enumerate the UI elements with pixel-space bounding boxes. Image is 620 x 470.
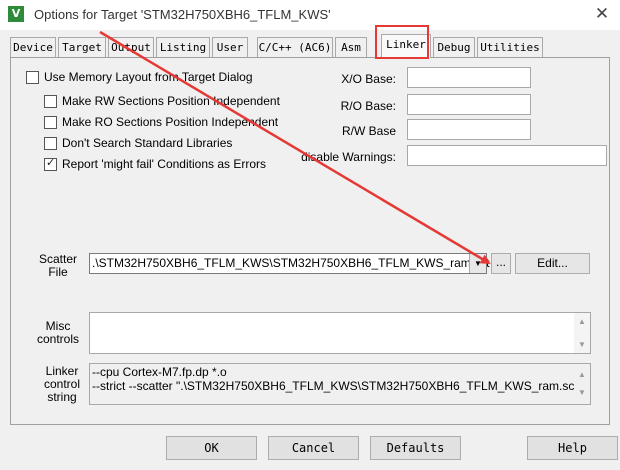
xo-base-input[interactable] bbox=[407, 67, 531, 88]
checkbox-box[interactable] bbox=[44, 95, 57, 108]
make-ro-label: Make RO Sections Position Independent bbox=[62, 115, 279, 129]
misc-controls-input[interactable]: ▲ ▼ bbox=[89, 312, 591, 354]
checkbox-box[interactable] bbox=[26, 71, 39, 84]
linker-control-string-label: Linker control string bbox=[30, 365, 94, 404]
checkbox-box[interactable] bbox=[44, 137, 57, 150]
scroll-up-icon[interactable]: ▲ bbox=[578, 368, 586, 382]
title-bar: V Options for Target 'STM32H750XBH6_TFLM… bbox=[0, 0, 620, 30]
edit-button[interactable]: Edit... bbox=[515, 253, 590, 274]
scatter-file-value: .\STM32H750XBH6_TFLM_KWS\STM32H750XBH6_T… bbox=[92, 256, 490, 270]
tab-strip: Device Target Output Listing User C/C++ … bbox=[10, 34, 610, 58]
rw-base-label: R/W Base bbox=[341, 124, 396, 138]
linker-string-line2: --strict --scatter ".\STM32H750XBH6_TFLM… bbox=[92, 379, 582, 393]
tab-target[interactable]: Target bbox=[58, 37, 106, 57]
linker-control-string[interactable]: --cpu Cortex-M7.fp.dp *.o --strict --sca… bbox=[89, 363, 591, 405]
tab-device[interactable]: Device bbox=[10, 37, 56, 57]
report-errors-label: Report 'might fail' Conditions as Errors bbox=[62, 157, 266, 171]
scroll-up-icon[interactable]: ▲ bbox=[578, 317, 586, 326]
tab-listing[interactable]: Listing bbox=[156, 37, 210, 57]
dropdown-arrow-icon[interactable]: ▼ bbox=[469, 254, 486, 273]
disable-warnings-label: disable Warnings: bbox=[301, 150, 396, 164]
disable-warnings-input[interactable] bbox=[407, 145, 607, 166]
misc-scrollbar[interactable]: ▲ ▼ bbox=[574, 313, 590, 353]
scatter-file-label: Scatter File bbox=[30, 253, 86, 279]
make-rw-label: Make RW Sections Position Independent bbox=[62, 94, 280, 108]
tab-cpp[interactable]: C/C++ (AC6) bbox=[257, 37, 333, 57]
tab-utilities[interactable]: Utilities bbox=[477, 37, 543, 57]
scatter-file-combo[interactable]: .\STM32H750XBH6_TFLM_KWS\STM32H750XBH6_T… bbox=[89, 253, 490, 274]
window-title: Options for Target 'STM32H750XBH6_TFLM_K… bbox=[34, 7, 331, 22]
misc-controls-label: Misc controls bbox=[30, 320, 86, 346]
tab-output[interactable]: Output bbox=[108, 37, 154, 57]
ok-button[interactable]: OK bbox=[166, 436, 257, 460]
scatter-label-line2: File bbox=[48, 265, 68, 279]
browse-button[interactable]: ... bbox=[491, 253, 511, 274]
tab-debug[interactable]: Debug bbox=[433, 37, 475, 57]
help-button[interactable]: Help bbox=[527, 436, 618, 460]
scroll-down-icon[interactable]: ▼ bbox=[578, 386, 586, 400]
scroll-down-icon[interactable]: ▼ bbox=[578, 340, 586, 349]
check-icon: ✓ bbox=[46, 156, 56, 169]
rw-base-input[interactable] bbox=[407, 119, 531, 140]
dont-search-label: Don't Search Standard Libraries bbox=[62, 136, 233, 150]
tab-user[interactable]: User bbox=[212, 37, 248, 57]
defaults-button[interactable]: Defaults bbox=[370, 436, 461, 460]
cancel-button[interactable]: Cancel bbox=[268, 436, 359, 460]
ro-base-input[interactable] bbox=[407, 94, 531, 115]
linker-string-line1: --cpu Cortex-M7.fp.dp *.o bbox=[92, 365, 227, 379]
use-memory-layout-label: Use Memory Layout from Target Dialog bbox=[44, 70, 253, 84]
tab-asm[interactable]: Asm bbox=[335, 37, 367, 57]
linker-tab-highlight bbox=[375, 25, 429, 59]
checkbox-box[interactable]: ✓ bbox=[44, 156, 57, 171]
ro-base-label: R/O Base: bbox=[340, 99, 396, 113]
misc-label-line2: controls bbox=[36, 332, 80, 346]
linker-label-line3: string bbox=[47, 390, 77, 404]
close-icon[interactable]: ✕ bbox=[590, 3, 614, 25]
xo-base-label: X/O Base: bbox=[341, 72, 396, 86]
app-icon: V bbox=[8, 6, 24, 22]
linker-scrollbar[interactable]: ▲ ▼ bbox=[574, 364, 590, 404]
checkbox-box[interactable] bbox=[44, 116, 57, 129]
